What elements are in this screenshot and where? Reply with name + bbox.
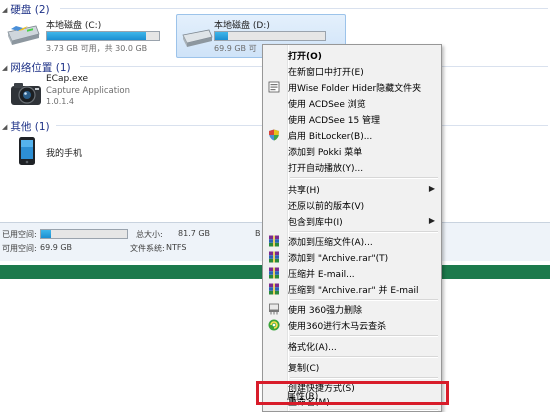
file-system-value: NTFS xyxy=(166,243,187,252)
360-scan-icon xyxy=(268,319,280,331)
submenu-arrow-icon: ▶ xyxy=(428,216,435,225)
menu-item-add-archive[interactable]: 添加到压缩文件(A)... xyxy=(263,233,441,249)
menu-item-acdsee-manage[interactable]: 使用 ACDSee 15 管理 xyxy=(263,111,441,127)
menu-item-open[interactable]: 打开(O) xyxy=(263,47,441,63)
total-size-label: 总大小: xyxy=(136,230,163,239)
winrar-icon xyxy=(269,235,279,247)
drive-usage-bar xyxy=(46,31,160,41)
used-space-bar xyxy=(40,229,128,239)
drive-name: 本地磁盘 (C:) xyxy=(46,21,102,31)
network-item-ecap[interactable]: ECap.exe Capture Application 1.0.1.4 xyxy=(0,72,170,112)
360-shred-icon xyxy=(269,303,279,315)
menu-item-wise-hide[interactable]: 用Wise Folder Hider隐藏文件夹 xyxy=(263,79,441,95)
drive-space-info: 69.9 GB 可 xyxy=(214,44,257,53)
free-space-value: 69.9 GB xyxy=(40,243,73,252)
item-version: 1.0.1.4 xyxy=(46,97,74,106)
menu-item-format[interactable]: 格式化(A)... xyxy=(263,338,441,354)
item-name: ECap.exe xyxy=(46,74,89,84)
winrar-icon xyxy=(269,251,279,263)
drive-c[interactable]: 本地磁盘 (C:) 3.73 GB 可用，共 30.0 GB xyxy=(0,14,170,56)
submenu-arrow-icon: ▶ xyxy=(428,184,435,193)
menu-item-copy[interactable]: 复制(C) xyxy=(263,359,441,375)
total-size-value: 81.7 GB xyxy=(178,229,211,238)
menu-item-include-library[interactable]: 包含到库中(I) ▶ xyxy=(263,213,441,229)
menu-item-360-scan[interactable]: 使用360进行木马云查杀 xyxy=(263,317,441,333)
menu-separator xyxy=(290,356,438,358)
winrar-icon xyxy=(269,267,279,279)
collapse-triangle-icon[interactable]: ◢ xyxy=(2,6,7,14)
menu-separator xyxy=(290,335,438,337)
item-description: Capture Application xyxy=(46,86,130,96)
menu-item-restore-versions[interactable]: 还原以前的版本(V) xyxy=(263,197,441,213)
camera-icon xyxy=(11,83,41,105)
menu-separator xyxy=(290,177,438,179)
menu-item-pokki[interactable]: 添加到 Pokki 菜单 xyxy=(263,143,441,159)
menu-separator xyxy=(290,409,438,411)
drive-space-info: 3.73 GB 可用，共 30.0 GB xyxy=(46,44,148,53)
menu-item-360-shred[interactable]: 使用 360强力删除 xyxy=(263,301,441,317)
menu-item-acdsee-browse[interactable]: 使用 ACDSee 浏览 xyxy=(263,95,441,111)
shield-icon xyxy=(269,129,279,141)
other-item-phone[interactable]: 我的手机 xyxy=(0,132,170,172)
collapse-triangle-icon[interactable]: ◢ xyxy=(2,64,7,72)
context-menu: 打开(O) 在新窗口中打开(E) 用Wise Folder Hider隐藏文件夹… xyxy=(262,44,442,412)
menu-item-bitlocker[interactable]: 启用 BitLocker(B)... xyxy=(263,127,441,143)
collapse-triangle-icon[interactable]: ◢ xyxy=(2,123,7,131)
status-extra-letter: B xyxy=(255,229,261,238)
drive-name: 本地磁盘 (D:) xyxy=(214,21,270,31)
menu-item-compress-rar-email[interactable]: 压缩到 "Archive.rar" 并 E-mail xyxy=(263,281,441,297)
menu-item-add-archive-rar[interactable]: 添加到 "Archive.rar"(T) xyxy=(263,249,441,265)
section-divider xyxy=(60,8,548,9)
menu-item-share[interactable]: 共享(H) ▶ xyxy=(263,181,441,197)
menu-item-open-new-window[interactable]: 在新窗口中打开(E) xyxy=(263,63,441,79)
used-space-label: 已用空间: xyxy=(2,230,37,239)
menu-item-autoplay[interactable]: 打开自动播放(Y)... xyxy=(263,159,441,175)
highlight-box xyxy=(256,381,449,405)
drive-usage-bar xyxy=(214,31,326,41)
hard-drive-icon xyxy=(182,29,213,47)
winrar-icon xyxy=(269,283,279,295)
wise-folder-icon xyxy=(268,81,280,93)
item-name: 我的手机 xyxy=(46,149,83,159)
hard-drive-icon xyxy=(7,25,40,45)
file-system-label: 文件系统: xyxy=(130,244,165,253)
mobile-phone-icon xyxy=(19,137,35,165)
free-space-label: 可用空间: xyxy=(2,244,37,253)
menu-item-compress-email[interactable]: 压缩并 E-mail... xyxy=(263,265,441,281)
